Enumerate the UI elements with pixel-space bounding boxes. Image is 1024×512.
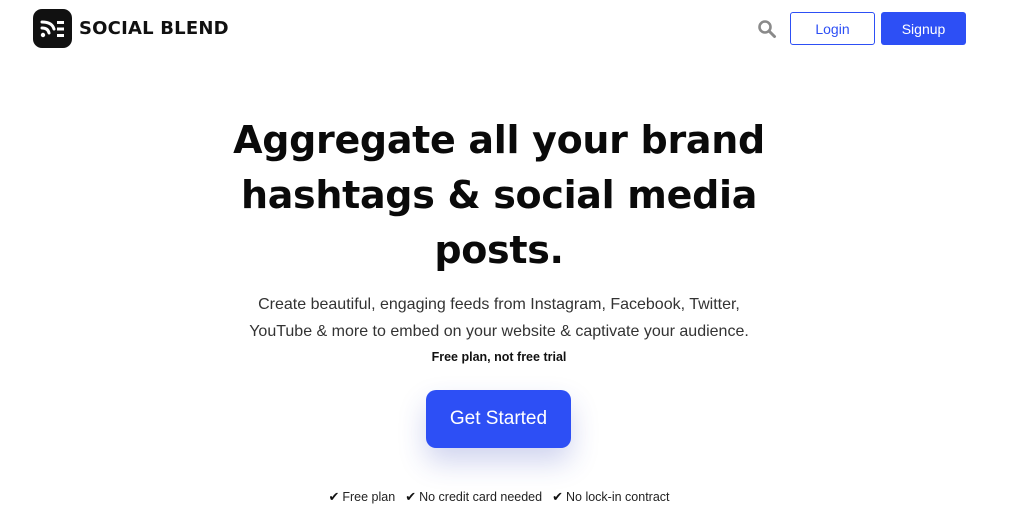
perk-label: No lock-in contract (566, 490, 670, 504)
hero-subtitle-line: YouTube & more to embed on your website … (249, 323, 749, 340)
social-blend-logo-icon (33, 9, 72, 48)
brand-name: SOCIAL BLEND (79, 18, 229, 39)
hero-title-line: hashtags & social media (240, 173, 758, 217)
hero-title: Aggregate all your brand hashtags & soci… (0, 113, 998, 278)
perk-item: ✔ Free plan (328, 489, 395, 505)
brand-logo[interactable]: SOCIAL BLEND (33, 9, 229, 48)
search-icon[interactable] (757, 19, 777, 39)
perk-label: Free plan (342, 490, 396, 504)
site-header: SOCIAL BLEND Login Signup (0, 0, 1024, 58)
check-icon: ✔ (552, 489, 563, 504)
hero-title-line: Aggregate all your brand (233, 118, 765, 162)
hero-subtitle-line: Create beautiful, engaging feeds from In… (258, 296, 740, 313)
perk-label: No credit card needed (419, 490, 543, 504)
free-plan-note: Free plan, not free trial (431, 350, 567, 364)
login-button[interactable]: Login (790, 12, 875, 45)
signup-button[interactable]: Signup (881, 12, 966, 45)
hero-title-line: posts. (434, 228, 564, 272)
perk-item: ✔ No credit card needed (405, 489, 542, 505)
perks-list: ✔ Free plan ✔ No credit card needed ✔ No… (0, 489, 998, 505)
hero-subtitle: Create beautiful, engaging feeds from In… (0, 291, 998, 345)
perk-item: ✔ No lock-in contract (552, 489, 669, 505)
check-icon: ✔ (405, 489, 417, 504)
check-icon: ✔ (328, 489, 340, 504)
get-started-button[interactable]: Get Started (426, 390, 571, 448)
